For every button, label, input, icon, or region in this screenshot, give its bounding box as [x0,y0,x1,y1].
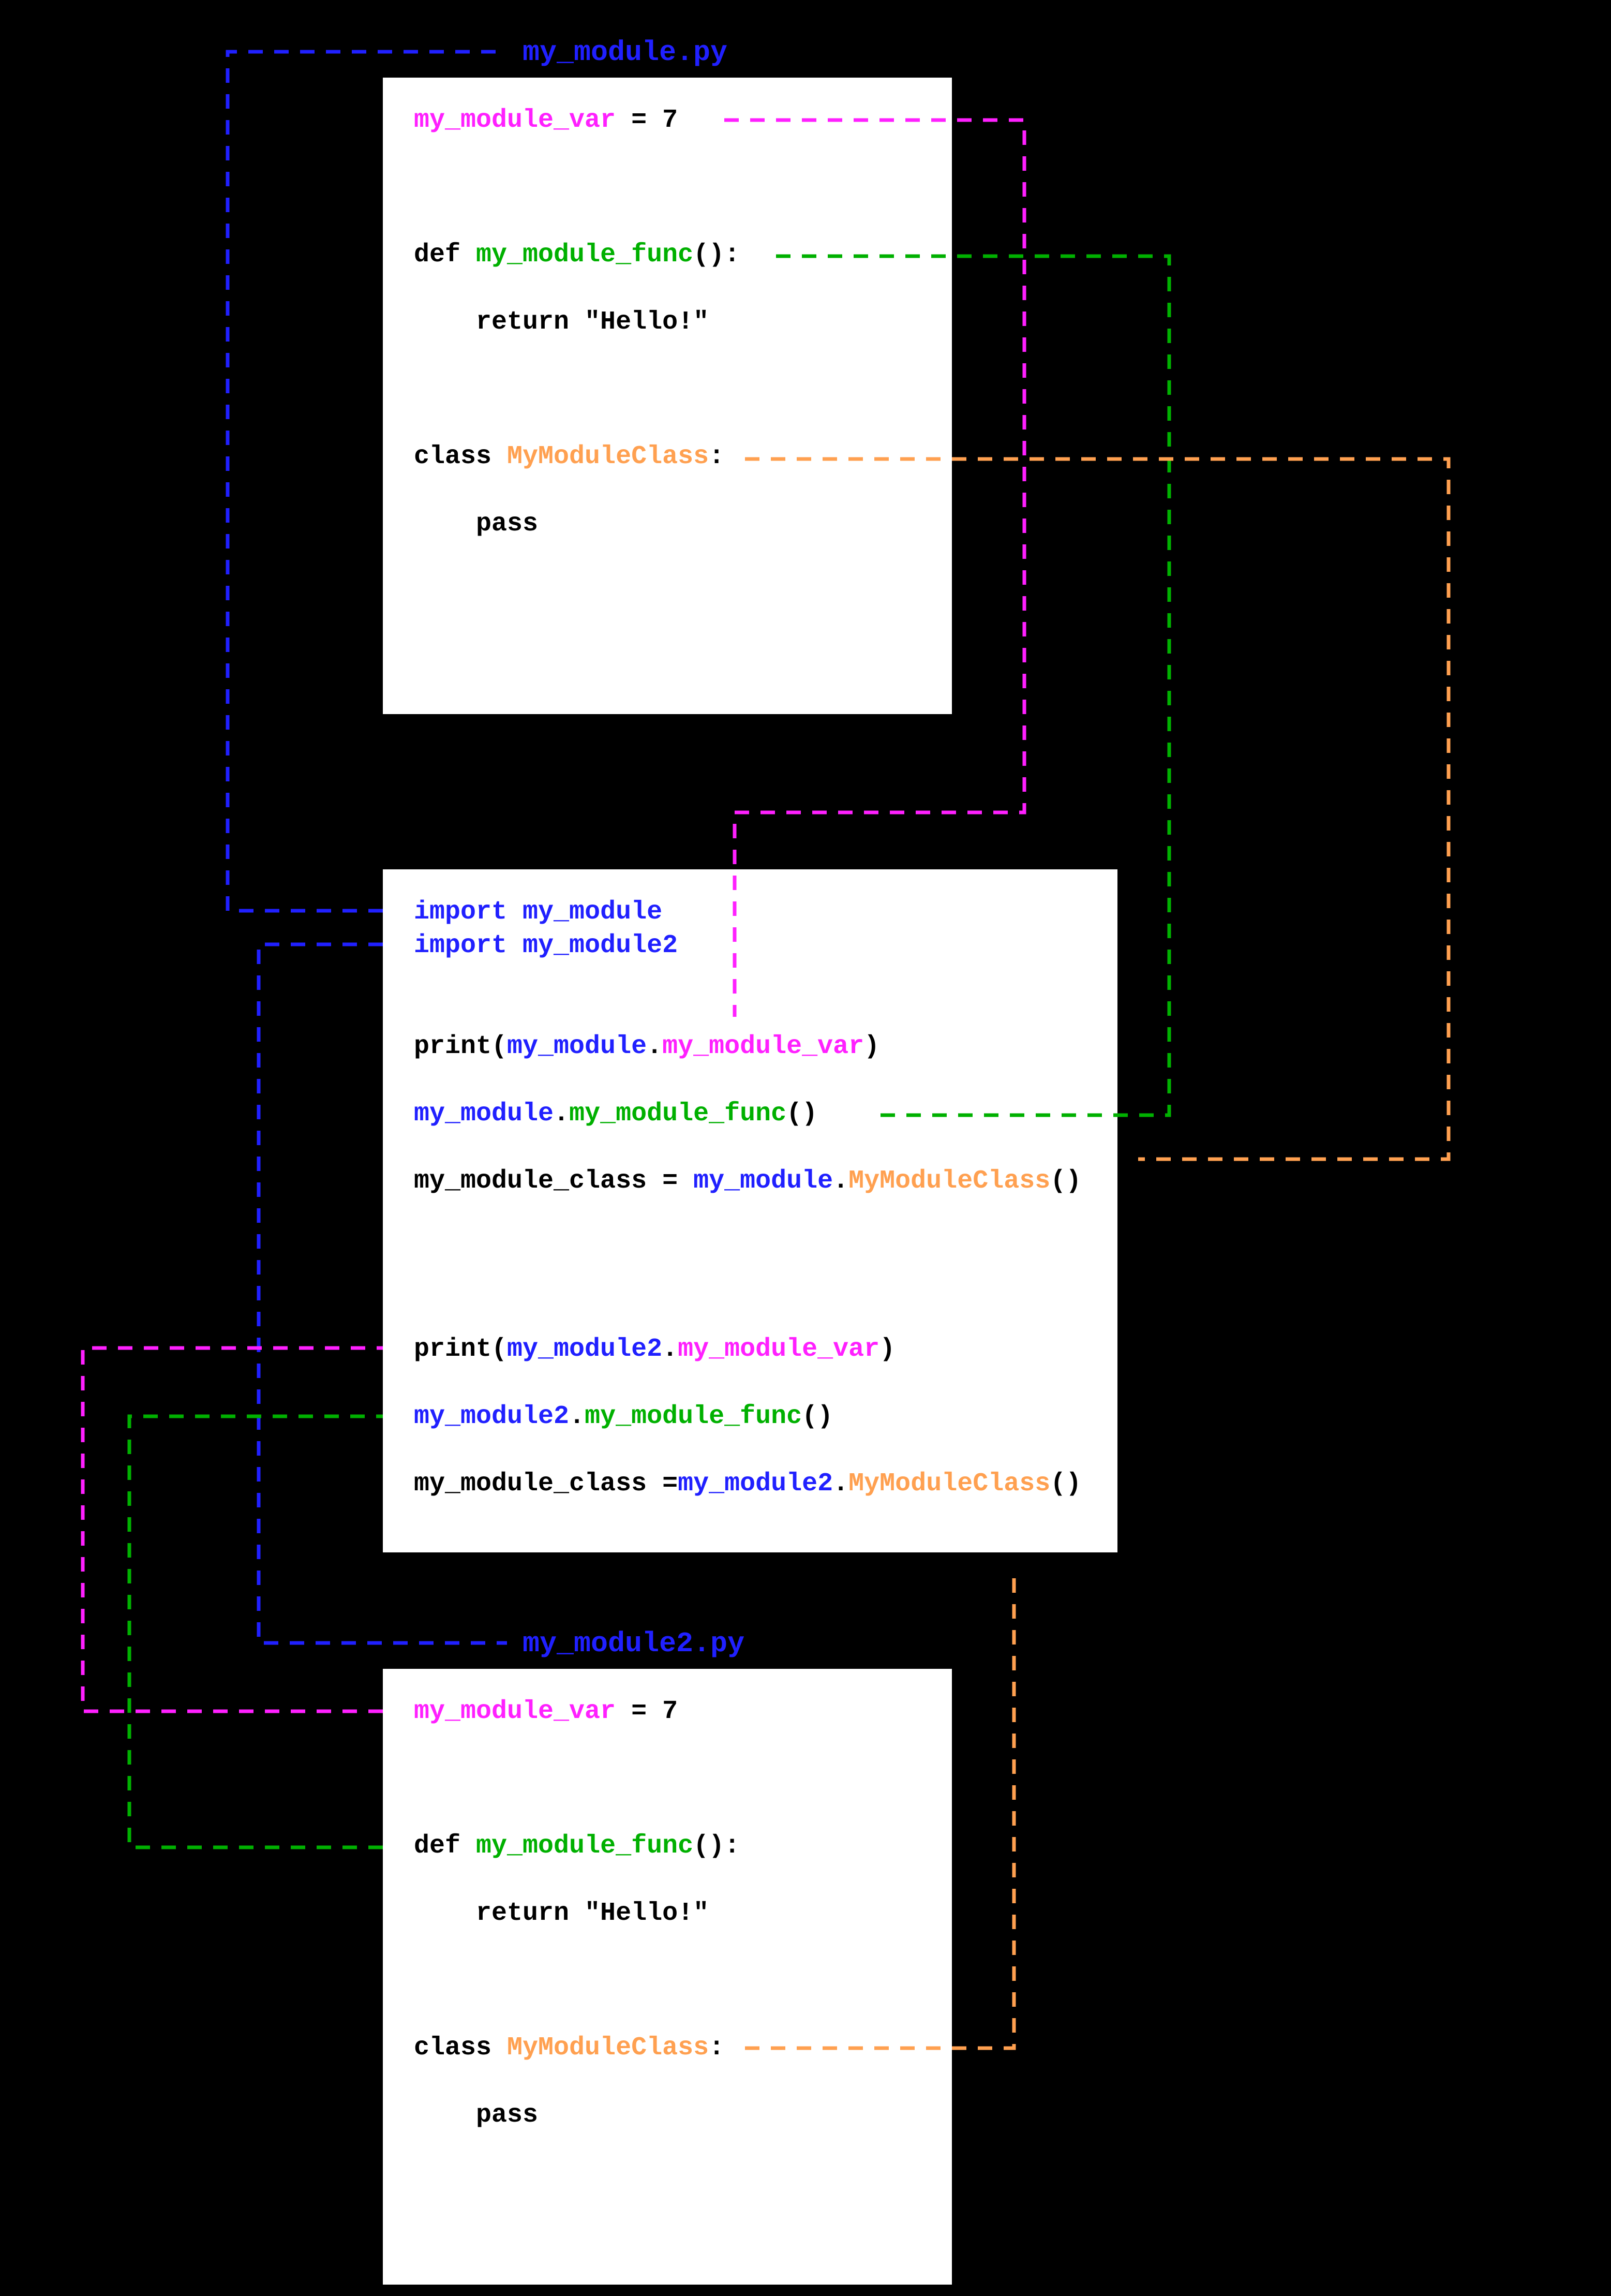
main-code-box: import my_module import my_module2 print… [383,869,1117,1552]
file1-return-line: return "Hello!" [414,305,921,339]
file1-def-rest: (): [693,240,740,270]
import2-kw: import [414,931,523,960]
file2-label: my_module2.py [523,1627,744,1660]
import1-mod: my_module [523,897,662,927]
file1-func-name: my_module_func [476,240,693,270]
call2-line: my_module2.my_module_func() [414,1400,1086,1433]
diagram-canvas: my_module.py my_module_var = 7 def my_mo… [0,0,1611,2296]
file1-class-name: MyModuleClass [507,442,709,471]
file1-label: my_module.py [523,36,727,69]
file1-class-rest: : [709,442,724,471]
file2-return-line: return "Hello!" [414,1897,921,1930]
import1-line: import my_module [414,895,1086,929]
file1-def-line: def my_module_func(): [414,238,921,272]
file1-code-box: my_module_var = 7 def my_module_func(): … [383,78,952,714]
file2-var-rest: = 7 [616,1697,678,1726]
file2-code-box: my_module_var = 7 def my_module_func(): … [383,1669,952,2285]
print2-line: print(my_module2.my_module_var) [414,1332,1086,1366]
file2-class-line: class MyModuleClass: [414,2031,921,2065]
file2-var-line: my_module_var = 7 [414,1695,921,1728]
import2-line: import my_module2 [414,929,1086,962]
file1-def-kw: def [414,240,476,270]
file2-var-name: my_module_var [414,1697,616,1726]
print1-line: print(my_module.my_module_var) [414,1030,1086,1063]
call1-line: my_module.my_module_func() [414,1097,1086,1131]
file1-class-kw: class [414,442,507,471]
file2-pass-line: pass [414,2098,921,2132]
file1-var-rest: = 7 [616,106,678,135]
arrow-my_module_var-2 [83,1348,383,1711]
import2-mod: my_module2 [523,931,678,960]
arrow-my_module_func-2 [129,1416,383,1847]
assign2-line: my_module_class =my_module2.MyModuleClas… [414,1467,1086,1501]
file1-pass-line: pass [414,507,921,541]
import1-kw: import [414,897,523,927]
file1-var-line: my_module_var = 7 [414,103,921,137]
file1-var-name: my_module_var [414,106,616,135]
assign1-line: my_module_class = my_module.MyModuleClas… [414,1164,1086,1198]
file2-def-line: def my_module_func(): [414,1829,921,1863]
file1-class-line: class MyModuleClass: [414,440,921,473]
